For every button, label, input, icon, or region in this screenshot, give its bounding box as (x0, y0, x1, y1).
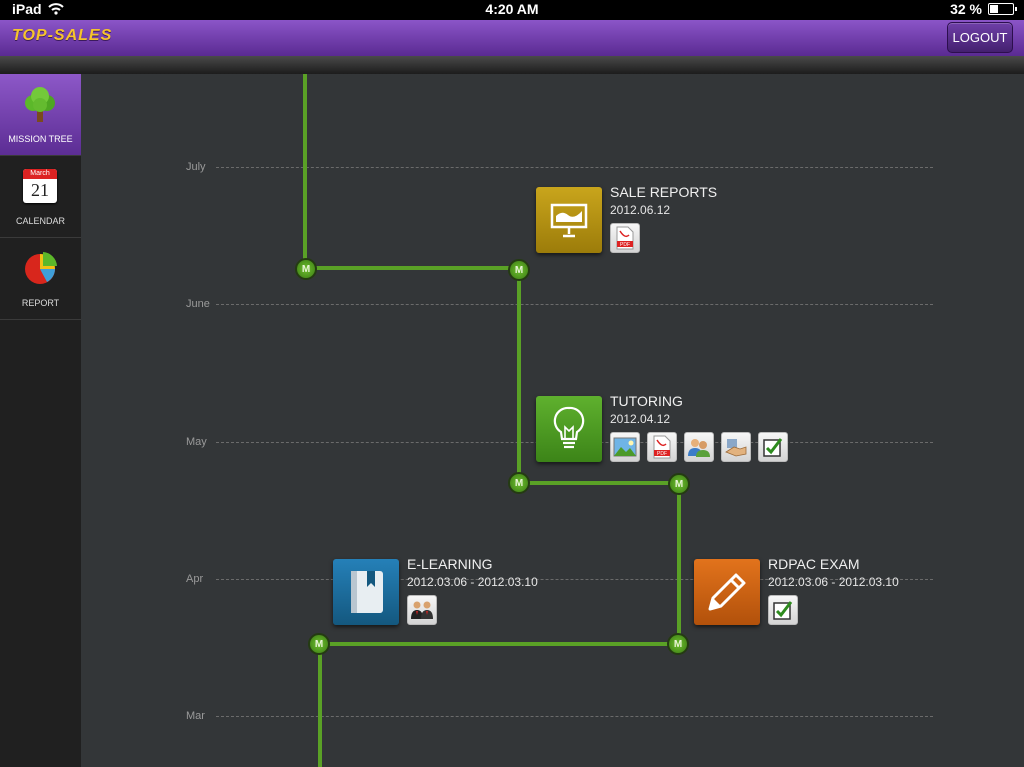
pdf-icon: PDF (653, 435, 671, 459)
mission-icon-tile[interactable] (536, 187, 602, 253)
mission-tree-timeline[interactable]: July June May Apr Mar M M M M M M SALE R… (81, 74, 1024, 767)
milestone-marker[interactable]: M (667, 633, 689, 655)
sidebar-item-label: CALENDAR (15, 216, 65, 226)
lightbulb-icon (553, 406, 585, 449)
mission-date: 2012.06.12 (610, 203, 671, 217)
mission-icon-tile[interactable] (694, 559, 760, 625)
app-header: TOP-SALES LOGOUT (0, 20, 1024, 57)
mission-title: E-LEARNING (407, 556, 493, 572)
pdf-icon: PDF (616, 226, 634, 250)
milestone-marker[interactable]: M (668, 473, 690, 495)
month-label: July (186, 161, 206, 173)
timeline-path (303, 74, 307, 268)
sidebar-item-label: MISSION TREE (8, 134, 73, 144)
month-gridline (216, 304, 933, 305)
pie-chart-icon (25, 252, 57, 284)
pdf-attachment[interactable]: PDF (647, 432, 677, 462)
pdf-label: PDF (657, 451, 667, 457)
milestone-marker[interactable]: M (508, 259, 530, 281)
users-icon (688, 439, 710, 457)
month-gridline (216, 167, 933, 168)
mission-icon-tile[interactable] (536, 396, 602, 462)
milestone-marker[interactable]: M (308, 633, 330, 655)
mission-title: TUTORING (610, 393, 683, 409)
sidebar-item-mission-tree[interactable]: MISSION TREE (0, 74, 89, 156)
battery-percent: 32 % (950, 1, 982, 17)
timeline-path (677, 483, 681, 644)
month-label: June (186, 298, 210, 310)
checkbox-icon (763, 438, 783, 457)
sidebar-item-report[interactable]: REPORT (0, 238, 81, 320)
pdf-label: PDF (620, 242, 630, 248)
header-shadow-bar (0, 56, 1024, 75)
timeline-path (519, 481, 679, 485)
month-gridline (216, 716, 933, 717)
calendar-icon: March 21 (23, 169, 57, 203)
meeting-attachment[interactable] (407, 595, 437, 625)
month-label: May (186, 436, 207, 448)
checkbox-icon (773, 601, 793, 620)
users-attachment[interactable] (684, 432, 714, 462)
clock: 4:20 AM (485, 1, 539, 17)
handshake-attachment[interactable] (721, 432, 751, 462)
sidebar-item-label: REPORT (21, 298, 60, 308)
checklist-attachment[interactable] (758, 432, 788, 462)
meeting-icon (411, 601, 433, 619)
milestone-marker[interactable]: M (508, 472, 530, 494)
mission-icon-tile[interactable] (333, 559, 399, 625)
mission-date: 2012.04.12 (610, 412, 671, 426)
milestone-marker[interactable]: M (295, 258, 317, 280)
mission-date: 2012.03.06 - 2012.03.10 (407, 575, 538, 589)
pdf-attachment[interactable]: PDF (610, 223, 640, 253)
pencil-icon (708, 573, 746, 611)
mission-date: 2012.03.06 - 2012.03.10 (768, 575, 899, 589)
timeline-path (517, 268, 521, 482)
mission-title: SALE REPORTS (610, 184, 718, 200)
presentation-board-icon (550, 203, 588, 238)
status-bar: iPad 4:20 AM 32 % (0, 0, 1024, 20)
logout-button[interactable]: LOGOUT (947, 22, 1013, 53)
calendar-day: 21 (31, 180, 49, 200)
month-label: Apr (186, 573, 204, 585)
sidebar-item-calendar[interactable]: March 21 CALENDAR (0, 156, 81, 238)
mission-title: RDPAC EXAM (768, 556, 860, 572)
calendar-month: March (23, 169, 57, 179)
handshake-icon (725, 439, 747, 457)
image-icon (613, 437, 637, 457)
app-title: TOP-SALES (12, 27, 113, 44)
timeline-path (318, 644, 322, 767)
checklist-attachment[interactable] (768, 595, 798, 625)
timeline-path (319, 642, 679, 646)
sidebar: MISSION TREE March 21 CALENDAR REPORT (0, 74, 89, 767)
month-label: Mar (186, 710, 205, 722)
tree-icon (25, 87, 55, 122)
book-icon (351, 571, 383, 613)
timeline-path (305, 266, 519, 270)
image-attachment[interactable] (610, 432, 640, 462)
battery-icon (988, 3, 1017, 15)
